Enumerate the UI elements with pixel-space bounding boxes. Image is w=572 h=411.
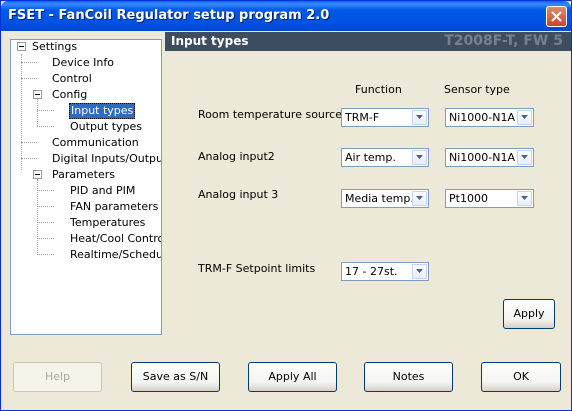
tree-item-pid-pim[interactable]: PID and PIM	[70, 184, 135, 198]
tree-item-config[interactable]: Config	[52, 88, 87, 102]
help-button[interactable]: Help	[13, 362, 102, 392]
device-label: T2008F-T, FW 5	[444, 33, 563, 49]
collapse-icon[interactable]	[33, 170, 42, 179]
window-title: FSET - FanCoil Regulator setup program 2…	[8, 8, 330, 23]
tree-item-digital-io[interactable]: Digital Inputs/Outputs	[52, 152, 161, 166]
close-button[interactable]	[546, 6, 567, 27]
tree-item-fan-parameters[interactable]: FAN parameters	[70, 200, 158, 214]
panel-title: Input types	[171, 34, 249, 48]
dropdown-arrow-icon[interactable]	[412, 110, 427, 125]
row-label-analog2: Analog input2	[198, 150, 275, 163]
save-as-sn-button[interactable]: Save as S/N	[131, 362, 220, 392]
dropdown-arrow-icon[interactable]	[412, 150, 427, 165]
setpoint-label: TRM-F Setpoint limits	[198, 262, 316, 275]
sensor-value: Pt1000	[449, 192, 488, 205]
sensor-value: Ni1000-N1A	[449, 151, 515, 164]
tree-item-control[interactable]: Control	[52, 72, 92, 86]
dropdown-arrow-icon[interactable]	[517, 191, 532, 206]
tree-item-communication[interactable]: Communication	[52, 136, 139, 150]
tree-item-input-types[interactable]: Input types	[69, 103, 136, 119]
tree-item-temperatures[interactable]: Temperatures	[70, 216, 145, 230]
ok-button[interactable]: OK	[481, 362, 561, 392]
row-label-analog3: Analog input 3	[198, 188, 279, 201]
function-value: Air temp.	[345, 151, 396, 164]
sensor-select-room-temp[interactable]: Ni1000-N1A	[445, 108, 534, 127]
tree-item-heat-cool[interactable]: Heat/Cool Control	[70, 232, 161, 246]
collapse-icon[interactable]	[33, 90, 42, 99]
settings-tree[interactable]: Settings Device Info Control Config Inpu…	[10, 39, 162, 335]
function-column-header: Function	[355, 83, 402, 96]
apply-button[interactable]: Apply	[503, 299, 555, 329]
sensor-column-header: Sensor type	[444, 83, 510, 96]
tree-item-parameters[interactable]: Parameters	[52, 168, 115, 182]
tree-item-realtime[interactable]: Realtime/Schedule	[70, 248, 161, 262]
function-select-analog3[interactable]: Media temp.	[341, 189, 429, 208]
function-select-room-temp[interactable]: TRM-F	[341, 108, 429, 127]
close-icon	[551, 11, 562, 22]
dropdown-arrow-icon[interactable]	[412, 191, 427, 206]
sensor-value: Ni1000-N1A	[449, 111, 515, 124]
main-window: FSET - FanCoil Regulator setup program 2…	[0, 0, 572, 411]
sensor-select-analog2[interactable]: Ni1000-N1A	[445, 148, 534, 167]
collapse-icon[interactable]	[17, 42, 26, 51]
tree-item-device-info[interactable]: Device Info	[52, 56, 114, 70]
panel-header: Input types T2008F-T, FW 5	[165, 32, 571, 51]
apply-all-button[interactable]: Apply All	[248, 362, 337, 392]
dropdown-arrow-icon[interactable]	[517, 150, 532, 165]
tree-item-settings[interactable]: Settings	[32, 40, 77, 54]
title-bar: FSET - FanCoil Regulator setup program 2…	[1, 1, 571, 31]
notes-button[interactable]: Notes	[364, 362, 453, 392]
tree-item-output-types[interactable]: Output types	[70, 120, 142, 134]
dropdown-arrow-icon[interactable]	[412, 264, 427, 279]
dropdown-arrow-icon[interactable]	[517, 110, 532, 125]
function-select-analog2[interactable]: Air temp.	[341, 148, 429, 167]
function-value: Media temp.	[345, 192, 414, 205]
setpoint-value: 17 - 27st.	[345, 265, 398, 278]
function-value: TRM-F	[345, 111, 380, 124]
sensor-select-analog3[interactable]: Pt1000	[445, 189, 534, 208]
row-label-room-temp: Room temperature source	[198, 108, 342, 121]
setpoint-select[interactable]: 17 - 27st.	[341, 262, 429, 281]
